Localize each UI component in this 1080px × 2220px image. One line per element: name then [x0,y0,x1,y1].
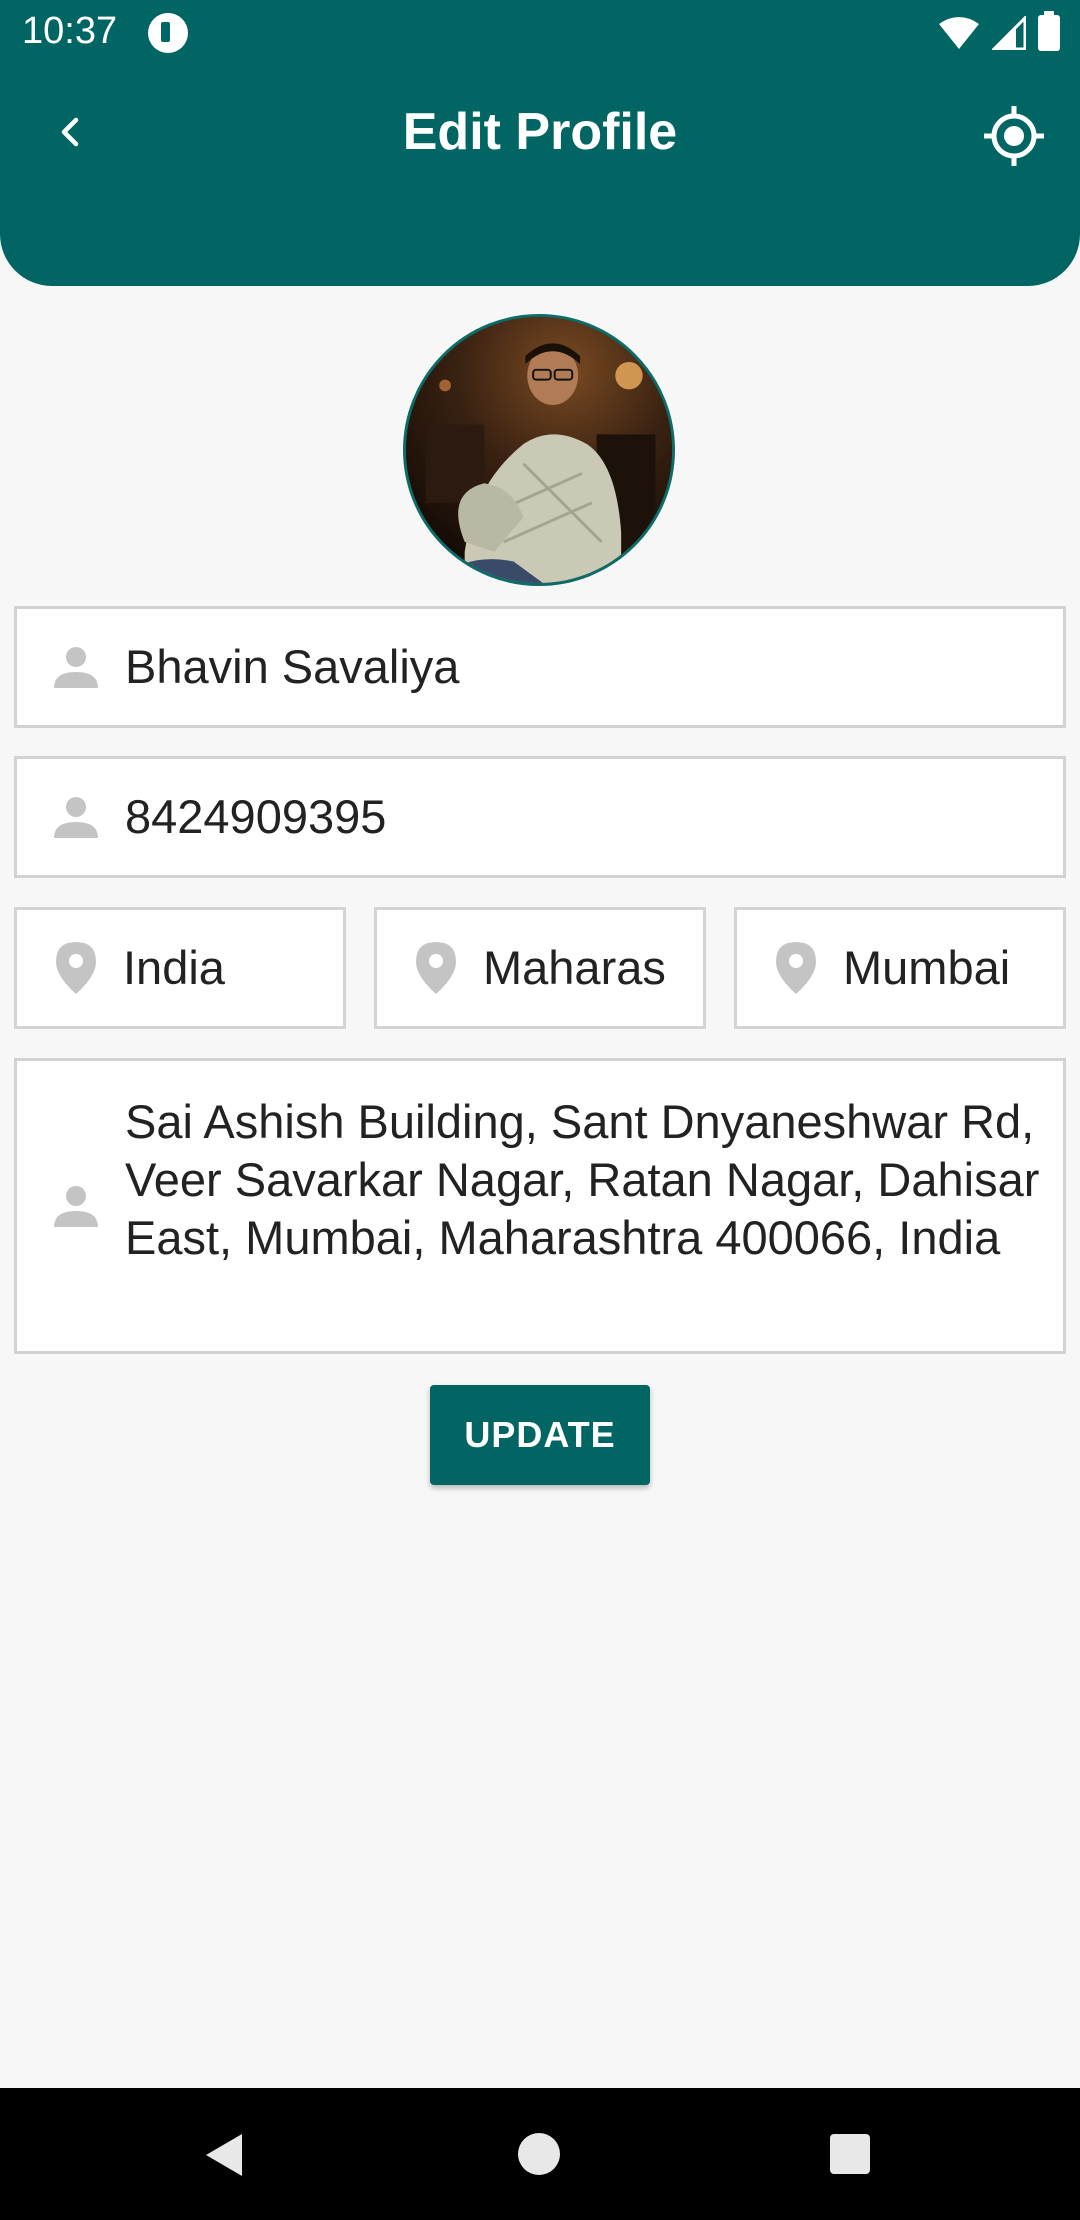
status-bar: 10:37 [0,0,1080,66]
profile-avatar[interactable] [403,314,675,586]
country-field[interactable]: India [14,907,346,1029]
gps-target-icon [984,106,1044,166]
update-button[interactable]: UPDATE [430,1385,650,1485]
city-value: Mumbai [843,941,1011,994]
cell-signal-icon [992,16,1026,50]
battery-icon [1038,11,1060,51]
person-icon [51,642,101,692]
name-value: Bhavin Savaliya [125,640,460,693]
state-value: Maharas [483,941,666,994]
address-field[interactable]: Sai Ashish Building, Sant Dnyaneshwar Rd… [14,1058,1066,1354]
country-value: India [123,941,225,994]
name-field[interactable]: Bhavin Savaliya [14,606,1066,728]
profile-photo [406,317,672,583]
wifi-icon [939,17,979,49]
location-pin-icon [51,942,101,994]
system-nav-bar [0,2088,1080,2220]
edit-profile-screen: 10:37 Edit Profile Bhavin Savaliya 84249… [0,0,1080,2220]
status-time: 10:37 [22,10,118,52]
nav-home-icon[interactable] [518,2133,560,2175]
phone-value: 8424909395 [125,790,387,843]
location-pin-icon [411,942,461,994]
app-header: 10:37 Edit Profile [0,0,1080,286]
locate-button[interactable] [978,100,1050,172]
state-field[interactable]: Maharas [374,907,706,1029]
nav-back-icon[interactable] [202,2132,248,2178]
page-title: Edit Profile [402,103,678,161]
city-field[interactable]: Mumbai [734,907,1066,1029]
phone-field[interactable]: 8424909395 [14,756,1066,878]
status-icons [938,11,1060,52]
address-value: Sai Ashish Building, Sant Dnyaneshwar Rd… [125,1095,1040,1264]
location-pin-icon [771,942,821,994]
person-icon [51,792,101,842]
app-notification-icon [148,13,188,53]
person-icon [51,1181,101,1231]
nav-recents-icon[interactable] [830,2134,870,2174]
